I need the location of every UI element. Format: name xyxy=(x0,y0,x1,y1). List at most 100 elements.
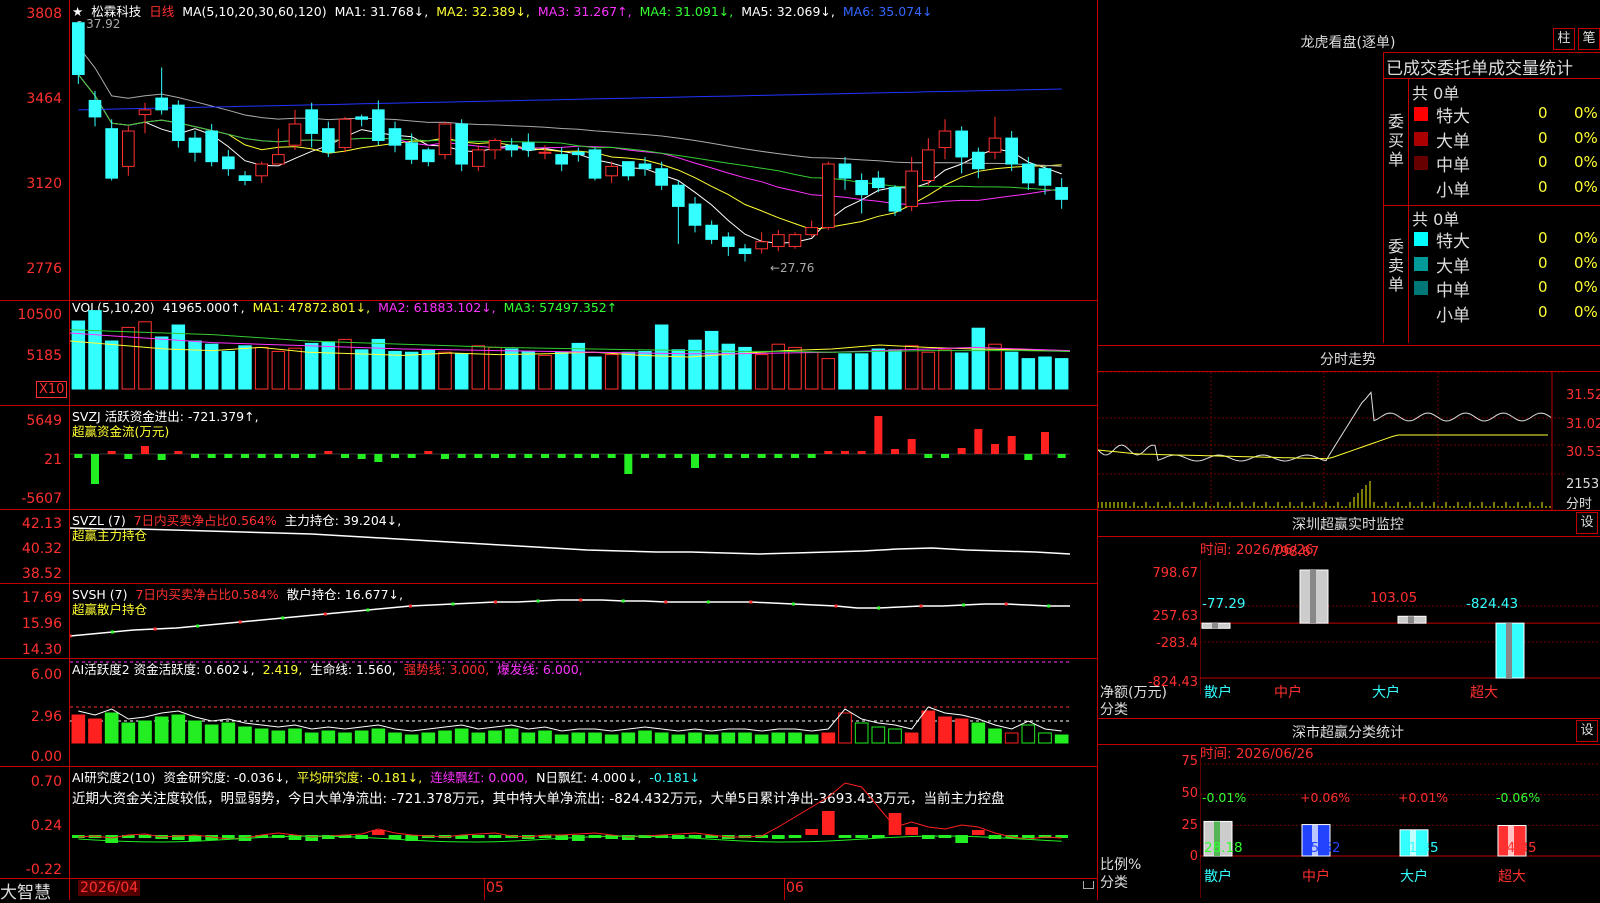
volume-bar xyxy=(871,348,886,390)
tick-view-button[interactable]: 笔 xyxy=(1578,28,1600,50)
svzj-bar xyxy=(891,449,899,454)
lock-icon[interactable] xyxy=(1083,881,1094,889)
candle-body xyxy=(555,154,569,165)
svsh-dot xyxy=(494,600,498,604)
candle-body xyxy=(155,97,169,111)
fenshi-avg-line xyxy=(1098,434,1548,460)
volume-bar xyxy=(788,346,802,390)
classify-category-label: 散户 xyxy=(1204,869,1232,885)
candle-body xyxy=(955,130,968,158)
main-chart-area[interactable]: 3808 3464 3120 2776 10500 5185 X10 5649 … xyxy=(0,0,1098,903)
vol-unit-badge[interactable]: X10 xyxy=(36,381,68,398)
volume-bar xyxy=(1054,358,1069,390)
fenshi-chart[interactable] xyxy=(1098,372,1566,510)
svzj-bar xyxy=(507,454,516,458)
classify-category-label: 中户 xyxy=(1302,869,1330,885)
sell-color-swatch xyxy=(1414,256,1428,271)
volume-bar xyxy=(104,340,119,390)
svzl-chart[interactable] xyxy=(70,510,1097,583)
classify-value-label: 25.62 xyxy=(1302,840,1341,856)
svsh-dot xyxy=(111,630,115,634)
svzj-bar xyxy=(824,451,833,454)
candle-body xyxy=(122,130,135,167)
research-y-tick: -0.22 xyxy=(25,862,62,878)
svzj-bar xyxy=(574,454,583,458)
svzj-bar xyxy=(874,416,883,454)
vol-y-tick: 10500 xyxy=(17,307,62,323)
svsh-dot xyxy=(281,616,285,620)
ai-active-bar xyxy=(121,722,136,744)
longhu-tabs[interactable]: 已成交委托单成交量统计 xyxy=(1386,54,1573,79)
ai-research-bar xyxy=(472,835,485,838)
ai-active-bar xyxy=(938,716,952,744)
sell-row-count: 0 xyxy=(1538,229,1548,247)
volume-chart[interactable] xyxy=(70,301,1097,405)
volume-bar xyxy=(904,345,919,390)
svzj-bar xyxy=(441,454,449,459)
volume-bar xyxy=(221,350,236,390)
ai-active-bar xyxy=(471,732,486,744)
ai-active-bar xyxy=(388,732,402,744)
svsh-chart[interactable] xyxy=(70,584,1097,658)
fenshi-title: 分时走势 xyxy=(1320,352,1376,368)
volume-bar xyxy=(921,351,936,390)
candle-body xyxy=(705,224,718,240)
monitor-chart[interactable] xyxy=(1200,560,1600,700)
svzj-y-tick: 5649 xyxy=(26,413,62,429)
svzj-bar xyxy=(657,454,666,458)
candle-body xyxy=(222,156,235,170)
svzj-chart[interactable] xyxy=(70,406,1097,509)
ai-active-bar xyxy=(1054,734,1069,744)
ai-research-bar xyxy=(855,835,868,838)
svsh-dot xyxy=(70,634,72,638)
ai-active-bar xyxy=(71,714,86,744)
bar-view-button[interactable]: 柱 xyxy=(1553,28,1575,50)
volume-bar xyxy=(854,353,869,390)
ai-active-bar xyxy=(671,734,686,744)
candle-body xyxy=(655,168,668,186)
svzj-bar xyxy=(774,454,783,458)
candle-body xyxy=(105,128,118,179)
ai-research-bar xyxy=(105,835,118,843)
ai-research-bar xyxy=(905,827,918,835)
ai-active-bar xyxy=(888,728,902,744)
svsh-dot xyxy=(834,604,838,608)
kline-chart[interactable] xyxy=(70,0,1097,300)
classify-settings-button[interactable]: 设 xyxy=(1576,720,1598,742)
svsh-dot xyxy=(706,600,710,604)
monitor-value-label: -824.43 xyxy=(1466,596,1519,612)
svzj-bar xyxy=(224,454,233,458)
candle-body xyxy=(238,175,252,182)
candle-body xyxy=(638,163,652,170)
monitor-settings-button[interactable]: 设 xyxy=(1576,512,1598,534)
volume-bar xyxy=(971,327,986,390)
candle-body xyxy=(422,149,435,163)
classify-change-label: -0.06% xyxy=(1496,790,1541,805)
classify-value-label: 28.18 xyxy=(1204,840,1243,856)
svsh-dot xyxy=(238,620,242,624)
fenshi-y-tick: 31.52 xyxy=(1566,388,1600,403)
ai-active-chart[interactable] xyxy=(70,659,1097,766)
sell-row-label: 小单 xyxy=(1436,305,1470,326)
ai-active-bar xyxy=(721,732,736,744)
volume-bar xyxy=(388,350,402,390)
volume-bar xyxy=(1004,351,1019,390)
ai-active-bar xyxy=(221,722,236,744)
ai-research-bar xyxy=(788,835,802,838)
svzj-bar xyxy=(391,454,399,458)
ai-research-chart[interactable] xyxy=(70,767,1097,878)
ai-active-bar xyxy=(204,724,219,744)
sell-row-count: 0 xyxy=(1538,278,1548,296)
svsh-y-tick: 15.96 xyxy=(21,616,62,632)
fenshi-panel[interactable]: 分时走势 31.52 31.02 30.53 2153 分时 xyxy=(1098,345,1600,512)
svsh-dot xyxy=(323,612,327,616)
ai-active-bar xyxy=(538,730,552,744)
ai-active-bar xyxy=(1038,732,1052,744)
ai-active-bar xyxy=(338,732,352,744)
candle-body xyxy=(738,248,752,255)
volume-bar xyxy=(1021,358,1036,390)
svsh-dot xyxy=(536,599,540,603)
ai-research-bar xyxy=(822,811,835,835)
classify-change-label: +0.06% xyxy=(1300,790,1351,805)
ai-active-bar xyxy=(1004,732,1019,744)
